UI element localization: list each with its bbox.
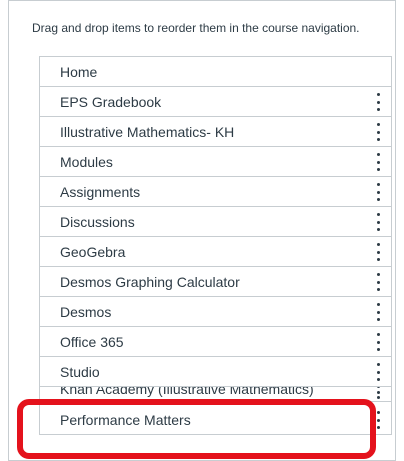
nav-item-khan-academy[interactable]: Khan Academy (Illustrative Mathematics)	[39, 387, 392, 401]
kebab-menu-icon[interactable]	[375, 411, 381, 429]
nav-item-label: Assignments	[60, 184, 141, 200]
nav-item-label: Modules	[60, 154, 113, 170]
nav-item-label: Performance Matters	[60, 412, 191, 428]
kebab-menu-icon[interactable]	[375, 213, 381, 231]
nav-item-office-365[interactable]: Office 365	[39, 327, 392, 357]
nav-item-label: Desmos Graphing Calculator	[60, 274, 240, 290]
nav-item-discussions[interactable]: Discussions	[39, 207, 392, 237]
nav-item-studio[interactable]: Studio	[39, 357, 392, 387]
kebab-menu-icon[interactable]	[375, 153, 381, 171]
nav-item-label: Home	[60, 64, 98, 80]
nav-item-home[interactable]: Home	[39, 57, 392, 87]
nav-item-illustrative-mathematics-kh[interactable]: Illustrative Mathematics- KH	[39, 117, 392, 147]
kebab-menu-icon[interactable]	[375, 363, 381, 381]
nav-item-label: Khan Academy (Illustrative Mathematics)	[60, 387, 314, 397]
nav-item-label: Studio	[60, 364, 100, 380]
nav-item-eps-gradebook[interactable]: EPS Gradebook	[39, 87, 392, 117]
kebab-menu-icon[interactable]	[375, 273, 381, 291]
nav-item-label: EPS Gradebook	[60, 94, 162, 110]
kebab-menu-icon[interactable]	[375, 387, 381, 399]
nav-item-desmos[interactable]: Desmos	[39, 297, 392, 327]
nav-item-assignments[interactable]: Assignments	[39, 177, 392, 207]
nav-item-label: GeoGebra	[60, 244, 126, 260]
instructions-text: Drag and drop items to reorder them in t…	[32, 21, 360, 35]
kebab-menu-icon[interactable]	[375, 243, 381, 261]
nav-item-geogebra[interactable]: GeoGebra	[39, 237, 392, 267]
course-navigation-list: Home EPS Gradebook Illustrative Mathemat…	[39, 56, 392, 435]
nav-item-label: Desmos	[60, 304, 112, 320]
nav-item-label: Discussions	[60, 214, 135, 230]
kebab-menu-icon[interactable]	[375, 183, 381, 201]
nav-item-performance-matters[interactable]: Performance Matters	[39, 401, 392, 435]
kebab-menu-icon[interactable]	[375, 333, 381, 351]
nav-item-desmos-graphing-calculator[interactable]: Desmos Graphing Calculator	[39, 267, 392, 297]
kebab-menu-icon[interactable]	[375, 303, 381, 321]
nav-item-label: Illustrative Mathematics- KH	[60, 124, 235, 140]
kebab-menu-icon[interactable]	[375, 123, 381, 141]
nav-item-modules[interactable]: Modules	[39, 147, 392, 177]
kebab-menu-icon[interactable]	[375, 93, 381, 111]
nav-item-label: Office 365	[60, 334, 124, 350]
course-navigation-panel: Drag and drop items to reorder them in t…	[8, 0, 396, 461]
